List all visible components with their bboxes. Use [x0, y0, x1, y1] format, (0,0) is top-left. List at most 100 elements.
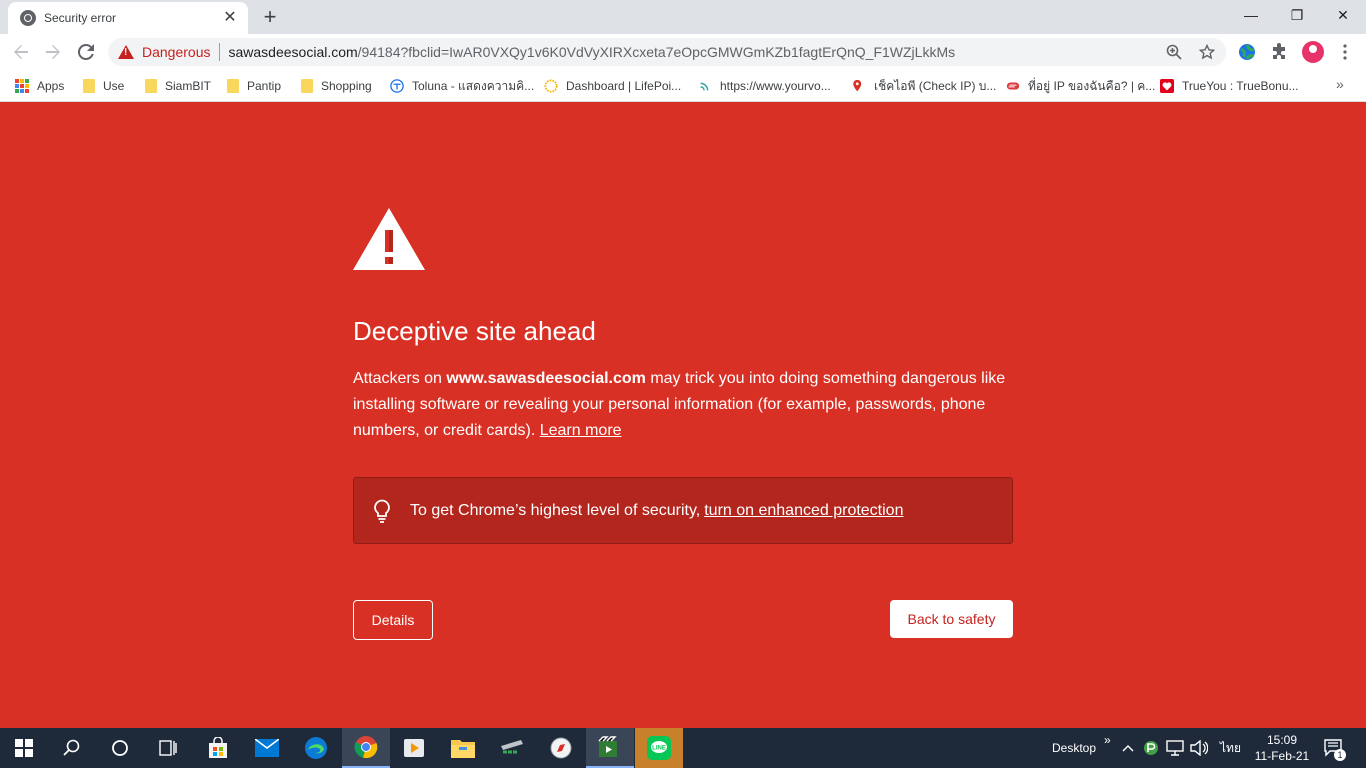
forward-arrow-icon	[46, 45, 60, 59]
notification-count-badge: 1	[1334, 749, 1346, 761]
extension-globe-icon[interactable]	[1238, 43, 1256, 61]
bookmark-trueyou[interactable]: TrueYou : TrueBonu...	[1160, 76, 1299, 96]
bookmark-yourvoice[interactable]: https://www.yourvo...	[698, 76, 831, 96]
back-button[interactable]	[8, 39, 34, 65]
profile-avatar[interactable]	[1302, 41, 1324, 63]
network-icon[interactable]	[1166, 728, 1184, 768]
globe-icon	[20, 10, 36, 26]
bookmark-shopping[interactable]: Shopping	[301, 76, 372, 96]
bookmark-pantip[interactable]: Pantip	[227, 76, 281, 96]
taskbar-search-button[interactable]	[48, 728, 96, 768]
input-language[interactable]: ไทย	[1220, 728, 1241, 768]
lightbulb-icon	[374, 499, 390, 523]
new-tab-button[interactable]: +	[258, 6, 282, 30]
bookmark-my-ip[interactable]: ที่อยู่ IP ของฉันคือ? | ค...	[1006, 76, 1155, 96]
bookmark-star-icon[interactable]	[1198, 43, 1216, 60]
lifepoints-icon	[544, 79, 558, 93]
line-chat-icon: LINE	[647, 736, 671, 760]
clock-time: 15:09	[1266, 733, 1298, 747]
task-view-button[interactable]	[144, 728, 192, 768]
enhanced-protection-link[interactable]: turn on enhanced protection	[704, 502, 903, 520]
security-status-label[interactable]: Dangerous	[142, 44, 211, 60]
restore-button[interactable]: ❐	[1274, 0, 1320, 30]
url-text[interactable]: sawasdeesocial.com/94184?fbclid=IwAR0VXQ…	[229, 44, 956, 60]
enhanced-text: To get Chrome’s highest level of securit…	[410, 501, 701, 519]
folder-explorer-icon	[451, 740, 475, 758]
bookmark-lifepoints[interactable]: Dashboard | LifePoi...	[544, 76, 681, 96]
tab-security-error[interactable]: Security error ✕	[8, 2, 248, 34]
address-bar[interactable]: Dangerous sawasdeesocial.com/94184?fbcli…	[108, 38, 1226, 66]
green-tray-icon[interactable]	[1143, 728, 1159, 768]
bookmark-check-ip[interactable]: เช็คไอพี (Check IP) บ...	[852, 76, 996, 96]
taskbar-chrome[interactable]	[342, 728, 390, 768]
expressvpn-icon	[1006, 82, 1020, 90]
taskbar-line[interactable]: LINE	[635, 728, 683, 768]
url-host: sawasdeesocial.com	[228, 44, 358, 60]
details-button[interactable]: Details	[353, 600, 433, 640]
bookmark-use[interactable]: Use	[83, 76, 124, 96]
tab-strip: Security error ✕ + — ❐ ✕	[0, 0, 1366, 34]
mail-icon	[255, 739, 279, 757]
window-close-button[interactable]: ✕	[1320, 0, 1366, 30]
cortana-button[interactable]	[96, 728, 144, 768]
toolbar: Dangerous sawasdeesocial.com/94184?fbcli…	[0, 34, 1366, 70]
task-view-icon	[159, 740, 177, 756]
taskbar-app-runner[interactable]	[488, 728, 536, 768]
omnibox-separator	[218, 43, 220, 61]
start-button[interactable]	[0, 728, 48, 768]
windows-logo-icon	[15, 739, 33, 757]
desktop-toolbar-label[interactable]: Desktop »	[1052, 728, 1111, 768]
signal-icon	[700, 82, 709, 91]
windows-taskbar: LINE Desktop » ไทย 15:09 11-Feb-21 1	[0, 728, 1366, 768]
video-editor-icon	[598, 736, 617, 757]
reload-button[interactable]	[73, 39, 99, 65]
svg-text:LINE: LINE	[652, 746, 666, 752]
back-to-safety-button[interactable]: Back to safety	[890, 600, 1013, 638]
bookmark-toluna[interactable]: Toluna - แสดงความคิ...	[390, 76, 534, 96]
volume-icon[interactable]	[1190, 728, 1208, 768]
folder-icon	[301, 79, 313, 93]
apps-grid-icon	[15, 79, 29, 93]
edge-icon	[305, 737, 327, 759]
desktop-chevron-icon: »	[1104, 733, 1111, 747]
warning-message: Attackers on www.sawasdeesocial.com may …	[353, 370, 1006, 439]
bookmarks-overflow-chevron-icon[interactable]: »	[1336, 76, 1344, 92]
minimize-button[interactable]: —	[1228, 0, 1274, 30]
tab-close-icon[interactable]: ✕	[222, 10, 238, 26]
bookmarks-bar: Apps Use SiamBIT Pantip Shopping Toluna …	[0, 70, 1366, 102]
folder-icon	[83, 79, 95, 93]
forward-button[interactable]	[40, 39, 66, 65]
site-name: www.sawasdeesocial.com	[446, 370, 646, 387]
danger-warning-icon	[118, 45, 134, 59]
bookmark-siambit[interactable]: SiamBIT	[145, 76, 211, 96]
taskbar-video-editor[interactable]	[586, 728, 634, 768]
media-player-icon	[404, 739, 424, 757]
url-path: /94184?fbclid=IwAR0VXQy1v6K0VdVyXIRXcxet…	[357, 44, 956, 60]
taskbar-file-explorer[interactable]	[439, 728, 487, 768]
clock-date: 11-Feb-21	[1254, 749, 1310, 763]
tab-title: Security error	[44, 11, 117, 25]
taskbar-compass-app[interactable]	[537, 728, 585, 768]
interstitial-page: Deceptive site ahead Attackers on www.sa…	[0, 102, 1366, 728]
chrome-menu-icon[interactable]	[1336, 43, 1354, 61]
back-arrow-icon	[14, 45, 28, 59]
search-icon	[63, 739, 80, 756]
extensions-puzzle-icon[interactable]	[1270, 43, 1288, 61]
learn-more-link[interactable]: Learn more	[540, 422, 622, 439]
system-clock[interactable]: 15:09 11-Feb-21	[1252, 732, 1312, 764]
taskbar-mail[interactable]	[243, 728, 291, 768]
cortana-circle-icon	[112, 740, 128, 756]
show-hidden-icons-chevron-icon[interactable]	[1122, 728, 1134, 768]
reload-icon	[78, 44, 94, 60]
enhanced-protection-banner: To get Chrome’s highest level of securit…	[353, 477, 1013, 544]
toluna-icon	[390, 79, 404, 93]
folder-icon	[227, 79, 239, 93]
zoom-icon[interactable]	[1166, 44, 1182, 60]
notification-center-button[interactable]: 1	[1324, 728, 1346, 768]
taskbar-store[interactable]	[194, 728, 242, 768]
folder-icon	[145, 79, 157, 93]
taskbar-edge[interactable]	[292, 728, 340, 768]
taskbar-media-player[interactable]	[390, 728, 438, 768]
bookmark-apps[interactable]: Apps	[15, 76, 64, 96]
large-warning-icon	[353, 208, 425, 270]
